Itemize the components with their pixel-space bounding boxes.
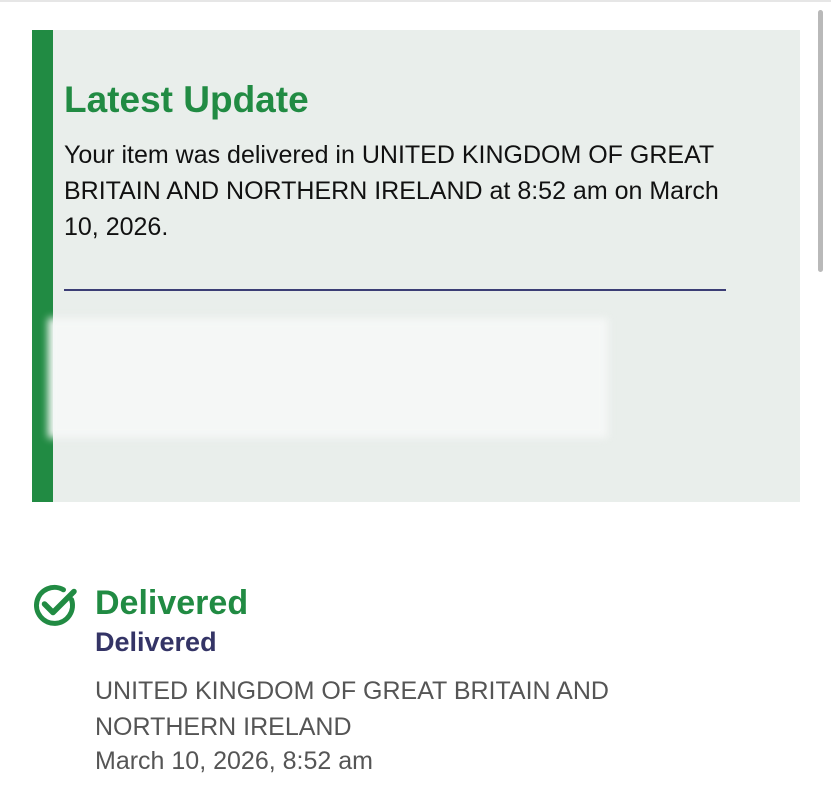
status-timestamp: March 10, 2026, 8:52 am [95, 747, 373, 775]
top-border [0, 0, 831, 2]
latest-update-message: Your item was delivered in UNITED KINGDO… [64, 141, 719, 241]
delivery-status: Delivered Delivered UNITED KINGDOM OF GR… [32, 581, 792, 791]
card-divider [64, 289, 726, 291]
redacted-content [48, 318, 608, 438]
status-subtitle: Delivered [95, 627, 217, 657]
check-circle-icon [33, 584, 77, 626]
latest-update-title: Latest Update [64, 79, 309, 120]
status-location: UNITED KINGDOM OF GREAT BRITAIN AND NORT… [95, 677, 609, 741]
page-scrollbar[interactable] [818, 10, 823, 272]
status-title: Delivered [95, 584, 249, 622]
tracking-page: Latest Update Your item was delivered in… [0, 0, 831, 800]
